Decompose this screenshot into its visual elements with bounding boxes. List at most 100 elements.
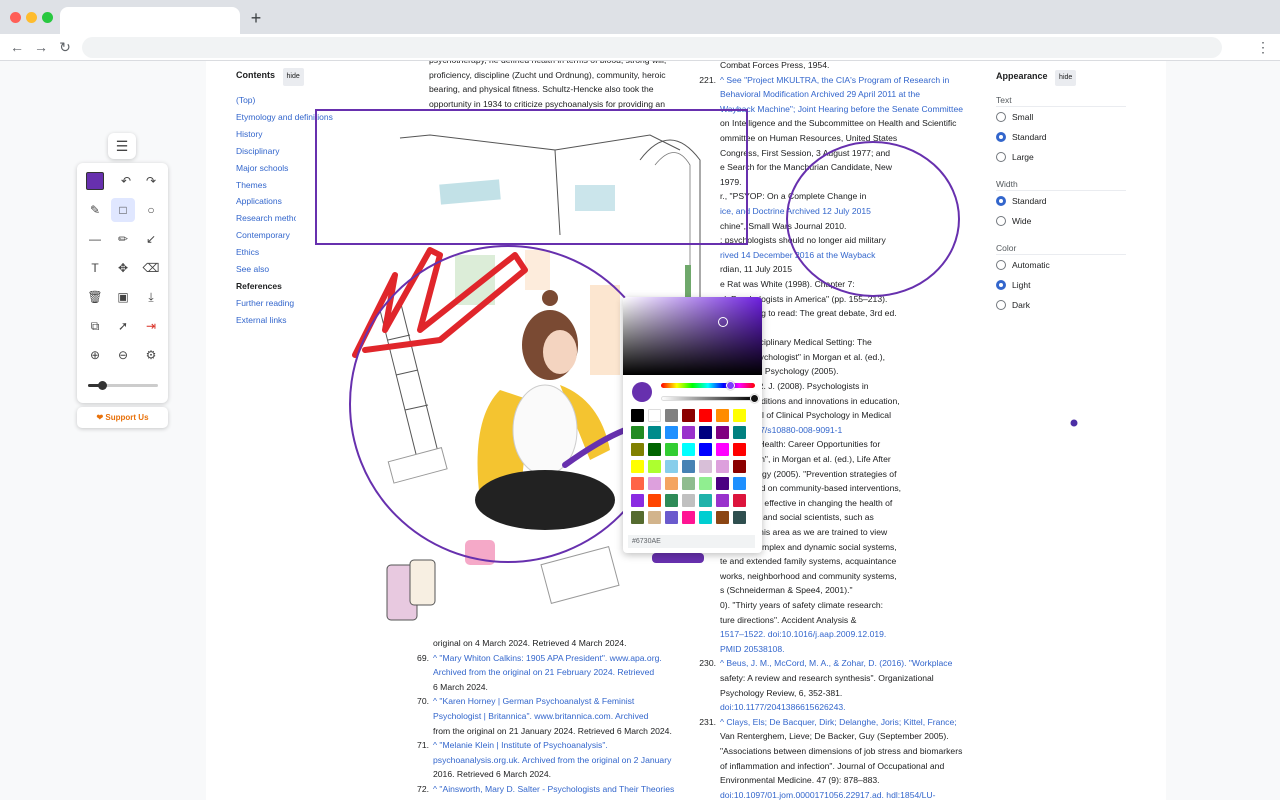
color-theme-option[interactable]: Dark [996, 295, 1126, 315]
color-theme-option[interactable]: Light [996, 275, 1126, 295]
radio-button[interactable] [996, 260, 1006, 270]
color-swatch[interactable] [631, 477, 644, 490]
move-icon[interactable]: ✥ [111, 256, 135, 280]
color-swatch[interactable] [648, 511, 661, 524]
toc-hide-button[interactable]: hide [282, 68, 304, 86]
color-swatch[interactable] [631, 460, 644, 473]
image-icon[interactable]: ▣ [111, 285, 135, 309]
toc-item[interactable]: ›Major schools [236, 161, 296, 175]
reference-text[interactable]: ^ "Ainsworth, Mary D. Salter - Psycholog… [433, 784, 674, 794]
browser-tab[interactable] [60, 7, 240, 34]
reference-text[interactable]: s (Schneiderman & Spee4, 2001)." [720, 585, 853, 595]
color-swatch[interactable] [631, 426, 644, 439]
color-swatch[interactable] [733, 511, 746, 524]
forward-icon[interactable]: → [33, 38, 49, 56]
toc-item[interactable]: External links [236, 313, 296, 327]
reference-text[interactable]: Congress, First Session, 3 August 1977; … [720, 148, 890, 158]
reference-text[interactable]: 1979. [720, 177, 742, 187]
color-swatch[interactable] [648, 409, 661, 422]
pencil-icon[interactable]: ✏ [111, 227, 135, 251]
reference-text[interactable]: : psychologists should no longer aid mil… [720, 235, 886, 245]
reference-text[interactable]: ture directions". Accident Analysis & [720, 615, 856, 625]
text-size-option[interactable]: Small [996, 107, 1126, 127]
radio-button[interactable] [996, 132, 1006, 142]
color-swatch[interactable] [665, 477, 678, 490]
toc-item[interactable]: ›Contemporary [236, 228, 296, 242]
hex-input[interactable]: #6730AE [628, 535, 755, 548]
trash-icon[interactable]: 🗑 [83, 285, 107, 309]
settings-icon[interactable]: ⚙ [139, 343, 163, 367]
reference-text[interactable]: Psychologist | Britannica". www.britanni… [433, 711, 648, 721]
reference-text[interactable]: Archived from the original on 21 Februar… [433, 667, 654, 677]
color-swatch[interactable] [665, 494, 678, 507]
color-swatch[interactable] [716, 443, 729, 456]
color-swatch[interactable] [716, 511, 729, 524]
reference-text[interactable]: ommittee on Human Resources, United Stat… [720, 133, 897, 143]
hamburger-menu-icon[interactable]: ☰ [108, 133, 136, 159]
color-swatch[interactable] [682, 426, 695, 439]
reference-text[interactable]: ^ "Melanie Klein | Institute of Psychoan… [433, 740, 608, 750]
toc-item[interactable]: ›References [236, 279, 296, 293]
reference-text[interactable]: on Intelligence and the Subcommittee on … [720, 118, 956, 128]
reference-text[interactable]: 0). "Thirty years of safety climate rese… [720, 600, 883, 610]
browser-menu-icon[interactable]: ⋮ [1256, 38, 1270, 56]
toc-item[interactable]: ›Ethics [236, 245, 296, 259]
reference-text[interactable]: doi:10.1097/01.jom.0000171056.22917.ad. … [720, 790, 936, 800]
reference-text[interactable]: ^ See "Project MKULTRA, the CIA's Progra… [720, 75, 949, 85]
color-swatch[interactable] [699, 443, 712, 456]
toc-item[interactable]: ›Themes [236, 178, 296, 192]
toc-item[interactable]: ›Research methods [236, 211, 296, 225]
reference-text[interactable]: doi:10.1177/2041386615626243. [720, 702, 846, 712]
reference-text[interactable]: Environmental Medicine. 47 (9): 878–883. [720, 775, 880, 785]
color-swatch[interactable] [648, 460, 661, 473]
text-size-option[interactable]: Standard [996, 127, 1126, 147]
reference-text[interactable]: ^ Clays, Els; De Bacquer, Dirk; Delanghe… [720, 717, 957, 727]
reference-text[interactable]: ^ "Mary Whiton Calkins: 1905 APA Preside… [433, 653, 662, 663]
support-us-button[interactable]: ❤ Support Us [77, 407, 168, 428]
hue-slider[interactable] [661, 383, 755, 388]
reference-text[interactable]: from the original on 21 January 2024. Re… [433, 726, 672, 736]
alpha-handle[interactable] [750, 394, 759, 403]
toc-item[interactable]: Etymology and definitions [236, 110, 366, 124]
toc-item[interactable]: Further reading [236, 296, 296, 310]
reference-text[interactable]: 6 March 2024. [433, 682, 488, 692]
toc-item[interactable]: (Top) [236, 93, 366, 107]
text-size-option[interactable]: Large [996, 147, 1126, 167]
reload-icon[interactable]: ↻ [57, 38, 73, 56]
copy-icon[interactable]: ⧉ [83, 314, 107, 338]
radio-button[interactable] [996, 152, 1006, 162]
color-swatch[interactable] [682, 477, 695, 490]
saturation-area[interactable] [623, 297, 762, 375]
reference-text[interactable]: Psychology Review, 6, 352-381. [720, 688, 842, 698]
color-swatch[interactable] [682, 460, 695, 473]
color-swatch[interactable] [699, 426, 712, 439]
color-swatch[interactable] [631, 409, 644, 422]
reference-text[interactable]: rdian, 11 July 2015 [720, 264, 792, 274]
color-swatch[interactable] [648, 477, 661, 490]
color-swatch[interactable] [699, 511, 712, 524]
reference-text[interactable]: safety: A review and research synthesis"… [720, 673, 934, 683]
text-icon[interactable]: T [83, 256, 107, 280]
color-swatch[interactable] [733, 477, 746, 490]
color-swatch[interactable] [631, 443, 644, 456]
appearance-hide-button[interactable]: hide [1055, 70, 1077, 86]
toc-item[interactable]: ›Disciplinary [236, 144, 296, 158]
color-swatch[interactable] [665, 443, 678, 456]
reference-text[interactable]: rived 14 December 2016 at the Wayback [720, 250, 875, 260]
color-swatch[interactable] [716, 494, 729, 507]
reference-text[interactable]: psychoanalysis.org.uk. Archived from the… [433, 755, 671, 765]
reference-text[interactable]: works, neighborhood and community system… [720, 571, 897, 581]
zoom-out-icon[interactable]: ⊖ [111, 343, 135, 367]
reference-text[interactable]: PMID 20538108. [720, 644, 785, 654]
color-swatch[interactable] [716, 409, 729, 422]
color-swatch[interactable] [665, 460, 678, 473]
maximize-window-button[interactable] [42, 12, 53, 23]
reference-text[interactable]: e Rat was White (1998). Chapter 7: [720, 279, 855, 289]
toc-item[interactable]: See also [236, 262, 296, 276]
saturation-handle[interactable] [718, 317, 728, 327]
color-swatch[interactable] [665, 426, 678, 439]
color-picker[interactable]: #6730AE [623, 297, 762, 553]
select-icon[interactable]: ➚ [111, 314, 135, 338]
color-swatch[interactable] [631, 494, 644, 507]
active-color-button[interactable] [86, 172, 104, 190]
